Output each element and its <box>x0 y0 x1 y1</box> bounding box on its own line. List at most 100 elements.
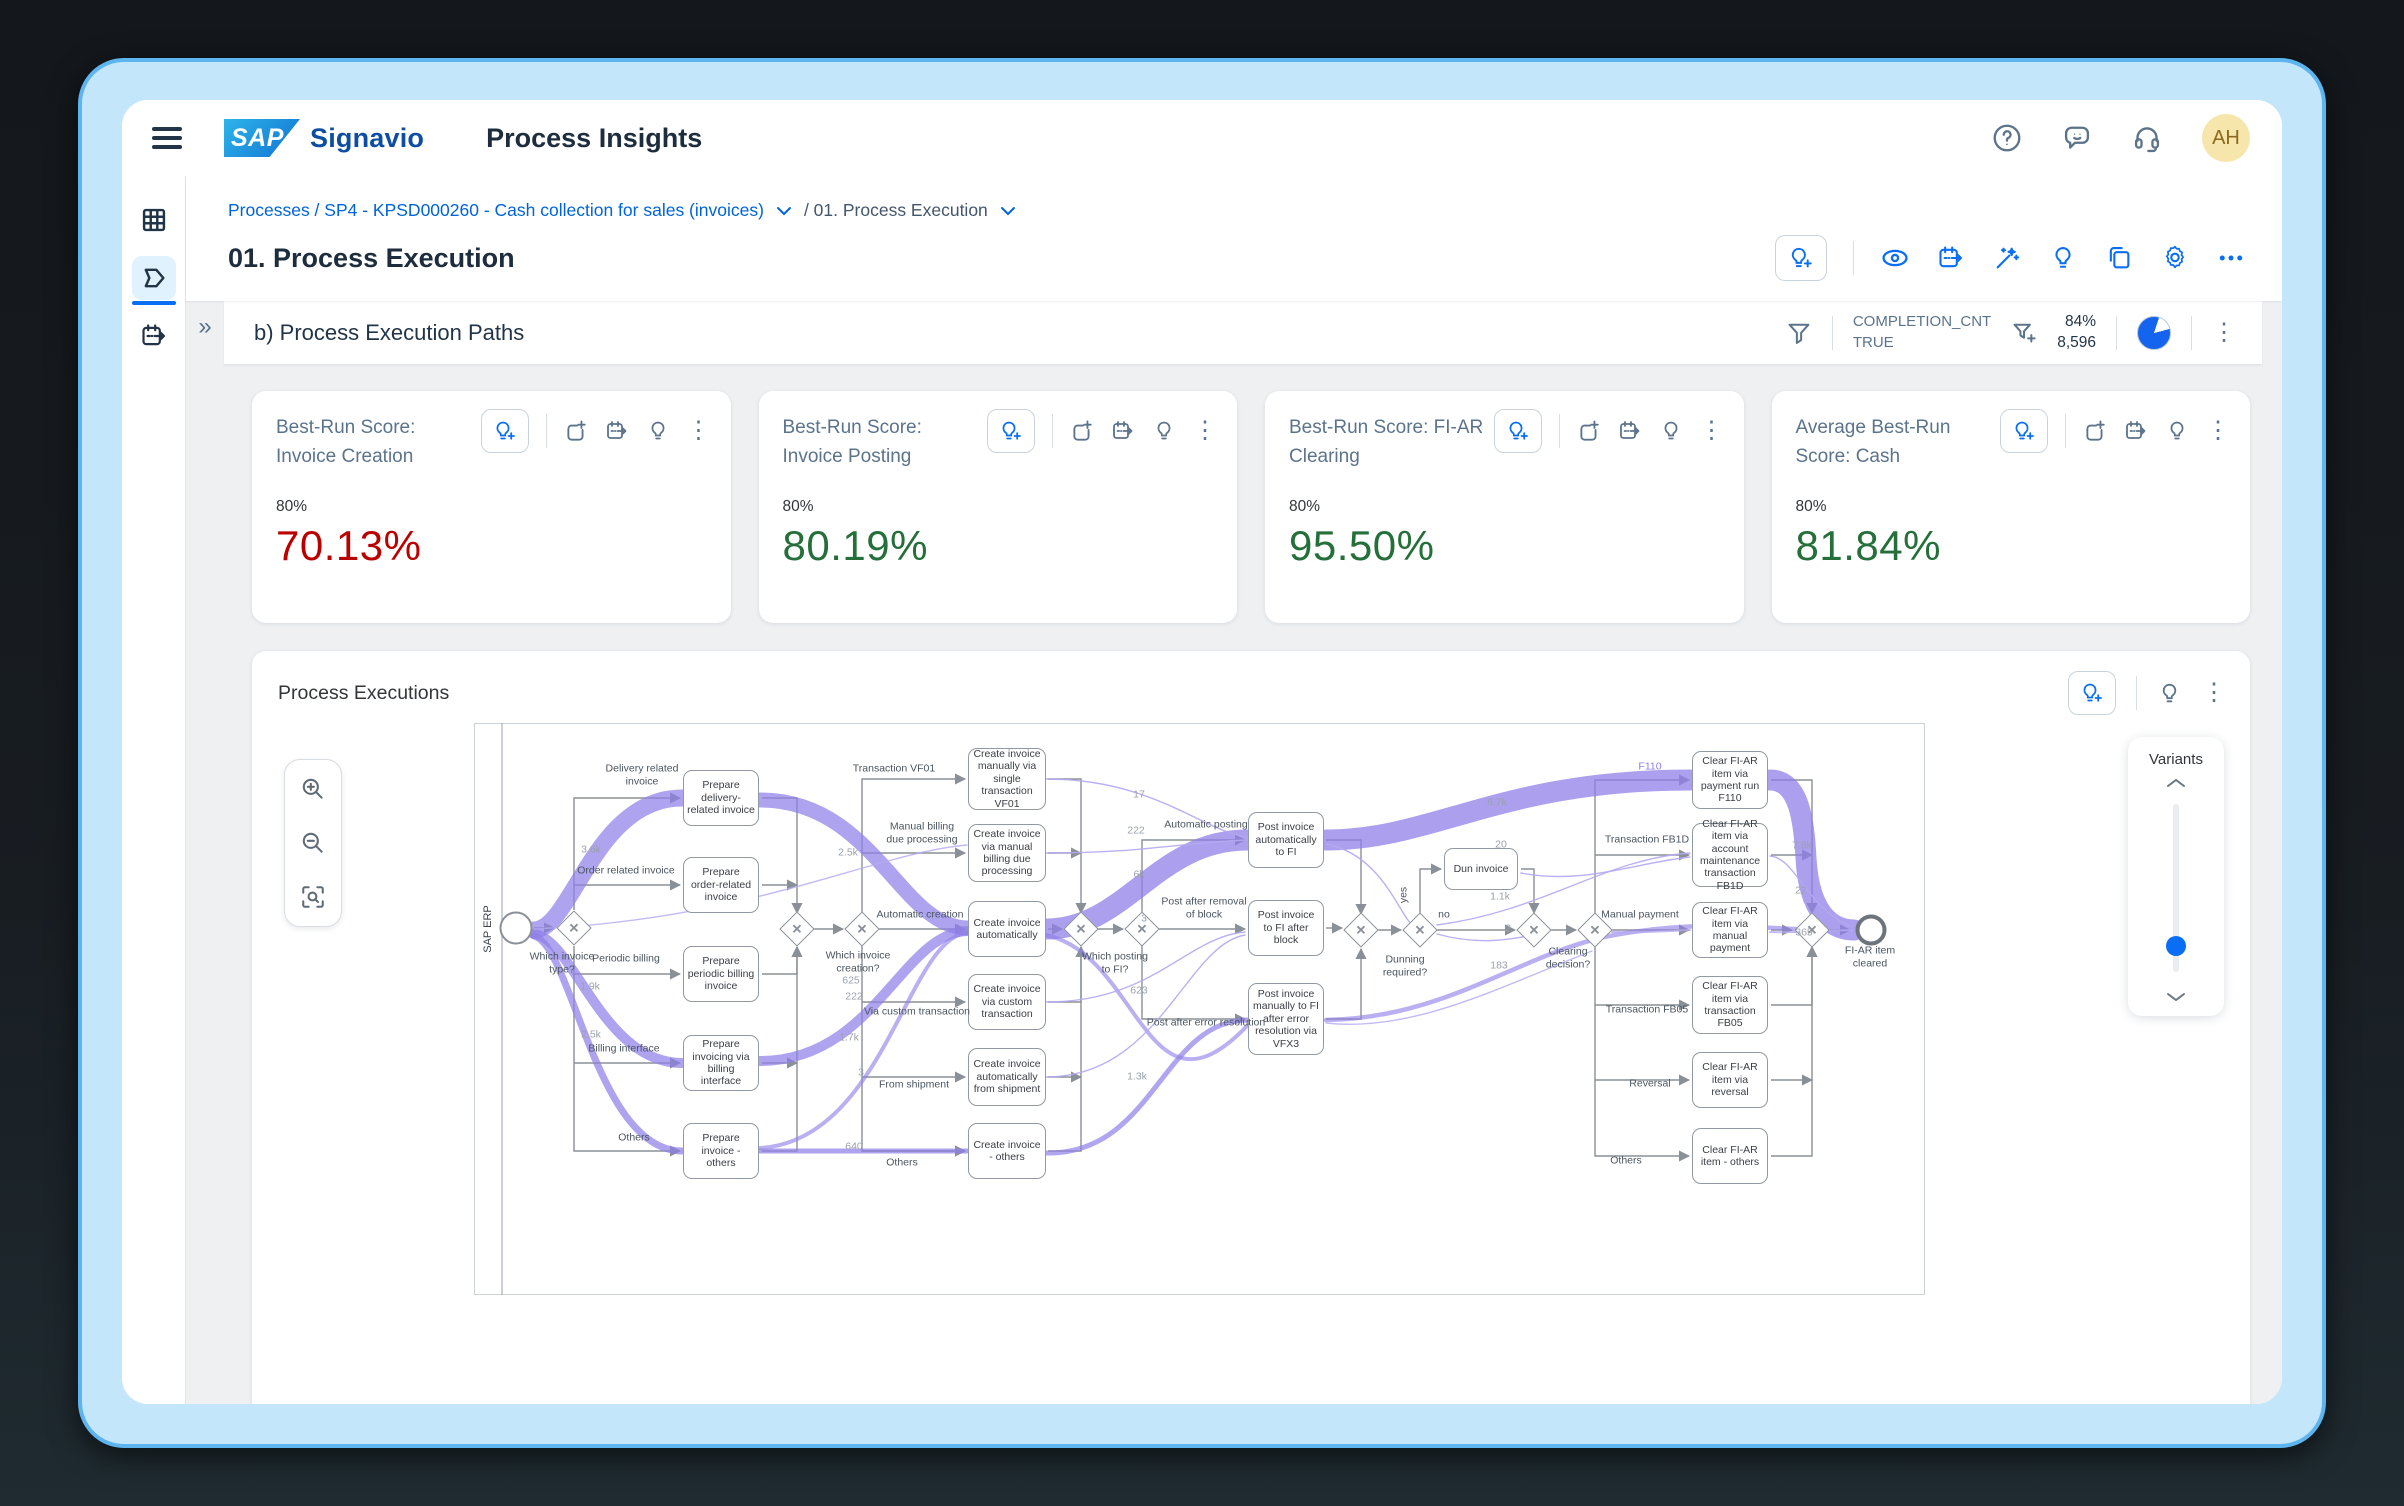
process-diagram[interactable]: SAP ERP Prepare delivery-related invoice P… <box>454 723 1934 1295</box>
task-node[interactable]: Create invoice manually via single trans… <box>968 748 1046 810</box>
lightbulb-icon[interactable] <box>2165 419 2189 443</box>
calendar-forward-icon[interactable] <box>1111 419 1135 443</box>
calendar-forward-icon[interactable] <box>1936 243 1966 273</box>
add-insight-button[interactable] <box>481 409 529 453</box>
task-node[interactable]: Post invoice to FI after block <box>1248 900 1324 956</box>
card-more-icon[interactable]: ⋮ <box>2206 419 2230 443</box>
help-icon[interactable] <box>1992 123 2022 153</box>
task-node[interactable]: Prepare delivery-related invoice <box>683 770 759 826</box>
card-more-icon[interactable]: ⋮ <box>1700 419 1724 443</box>
card-more-icon[interactable]: ⋮ <box>687 419 711 443</box>
kpi-card[interactable]: Average Best-Run Score: Cash ⋮ 80% 81.84… <box>1772 391 2251 623</box>
task-node[interactable]: Dun invoice <box>1444 848 1518 890</box>
task-node[interactable]: Clear FI-AR item via manual payment <box>1692 902 1768 958</box>
task-node[interactable]: Clear FI-AR item via account maintenance… <box>1692 823 1768 887</box>
edge-label: no <box>1438 909 1450 922</box>
add-insight-button[interactable] <box>987 409 1035 453</box>
pie-chart-icon[interactable] <box>2137 316 2171 350</box>
copy-icon[interactable] <box>2104 243 2134 273</box>
lightbulb-icon[interactable] <box>2048 243 2078 273</box>
calendar-forward-icon[interactable] <box>605 419 629 443</box>
zoom-fit-icon[interactable] <box>300 884 326 910</box>
section-more-icon[interactable]: ⋮ <box>2212 321 2236 345</box>
gateway-node[interactable]: ✕ <box>779 911 814 946</box>
feedback-icon[interactable] <box>2062 123 2092 153</box>
export-icon[interactable] <box>1577 419 1601 443</box>
zoom-in-icon[interactable] <box>300 776 326 802</box>
filter-icon[interactable] <box>1786 320 1812 346</box>
task-node[interactable]: Prepare order-related invoice <box>683 857 759 913</box>
executions-more-icon[interactable]: ⋮ <box>2202 681 2226 705</box>
chevron-down-icon[interactable] <box>2166 990 2186 1004</box>
add-insight-button[interactable] <box>2068 671 2116 715</box>
gateway-node[interactable]: ✕ <box>1402 912 1437 947</box>
task-node[interactable]: Prepare invoice - others <box>683 1123 759 1179</box>
edge-label: Via custom transaction <box>864 1006 970 1019</box>
kpi-card[interactable]: Best-Run Score: FI-AR Clearing ⋮ 80% 95.… <box>1265 391 1744 623</box>
task-node[interactable]: Clear FI-AR item - others <box>1692 1128 1768 1184</box>
menu-icon[interactable] <box>152 127 182 149</box>
gateway-node[interactable]: ✕ <box>1343 912 1378 947</box>
variants-slider[interactable] <box>2173 804 2179 972</box>
avatar[interactable]: AH <box>2202 114 2250 162</box>
chevron-down-icon[interactable] <box>1000 206 1016 216</box>
edge-label: 6k <box>1133 869 1144 882</box>
card-more-icon[interactable]: ⋮ <box>1193 419 1217 443</box>
task-node[interactable]: Post invoice automatically to FI <box>1248 812 1324 868</box>
lightbulb-icon[interactable] <box>646 419 670 443</box>
breadcrumb-link[interactable]: Processes / SP4 - KPSD000260 - Cash coll… <box>228 200 764 221</box>
kpi-card[interactable]: Best-Run Score: Invoice Posting ⋮ 80% 80… <box>759 391 1238 623</box>
export-icon[interactable] <box>564 419 588 443</box>
gateway-node[interactable]: ✕ <box>844 911 879 946</box>
add-insight-button[interactable] <box>1494 409 1542 453</box>
zoom-out-icon[interactable] <box>300 830 326 856</box>
view-icon[interactable] <box>1880 243 1910 273</box>
process-tab-icon[interactable] <box>132 256 176 300</box>
filter-add-icon[interactable] <box>2011 320 2037 346</box>
chevron-up-icon[interactable] <box>2166 776 2186 790</box>
task-node[interactable]: Create invoice automatically from shipme… <box>968 1048 1046 1106</box>
export-icon[interactable] <box>1070 419 1094 443</box>
task-node[interactable]: Create invoice - others <box>968 1123 1046 1179</box>
add-insight-button[interactable] <box>2000 409 2048 453</box>
calendar-forward-icon[interactable] <box>2124 419 2148 443</box>
schedule-icon[interactable] <box>132 314 176 358</box>
lightbulb-icon[interactable] <box>2157 681 2182 706</box>
export-icon[interactable] <box>2083 419 2107 443</box>
task-node[interactable]: Prepare periodic billing invoice <box>683 946 759 1002</box>
task-node[interactable]: Clear FI-AR item via reversal <box>1692 1052 1768 1108</box>
task-node[interactable]: Prepare invoicing via billing interface <box>683 1035 759 1091</box>
edge-label: 222 <box>1127 825 1145 838</box>
task-node[interactable]: Create invoice via custom transaction <box>968 974 1046 1030</box>
gateway-node[interactable]: ✕ <box>1063 911 1098 946</box>
task-node[interactable]: Clear FI-AR item via transaction FB05 <box>1692 976 1768 1034</box>
task-node[interactable]: Clear FI-AR item via payment run F110 <box>1692 751 1768 809</box>
end-event[interactable] <box>1856 915 1887 946</box>
grid-view-icon[interactable] <box>132 198 176 242</box>
add-insight-button[interactable] <box>1775 235 1827 281</box>
completion-stats: 84% 8,596 <box>2057 312 2096 354</box>
kpi-card-title: Best-Run Score: FI-AR Clearing <box>1289 413 1487 472</box>
chevron-down-icon[interactable] <box>776 206 792 216</box>
more-actions-icon[interactable] <box>2216 243 2246 273</box>
expand-panel-button[interactable]: » <box>198 315 211 1404</box>
task-node[interactable]: Create invoice automatically <box>968 901 1046 957</box>
kpi-value: 81.84% <box>1796 522 2227 570</box>
headset-icon[interactable] <box>2132 123 2162 153</box>
breadcrumb-current: / 01. Process Execution <box>804 200 988 221</box>
task-node[interactable]: Create invoice via manual billing due pr… <box>968 824 1046 882</box>
start-event[interactable] <box>500 912 533 945</box>
calendar-forward-icon[interactable] <box>1618 419 1642 443</box>
topbar: SAP Signavio Process Insights AH <box>122 100 2282 176</box>
settings-gear-icon[interactable] <box>2160 243 2190 273</box>
kpi-card[interactable]: Best-Run Score: Invoice Creation ⋮ 80% 7… <box>252 391 731 623</box>
gateway-node[interactable]: ✕ <box>1516 912 1551 947</box>
lightbulb-icon[interactable] <box>1152 419 1176 443</box>
gateway-node[interactable]: ✕ <box>556 910 591 945</box>
lightbulb-icon[interactable] <box>1659 419 1683 443</box>
magic-wand-icon[interactable] <box>1992 243 2022 273</box>
edge-label: 183 <box>1490 960 1508 973</box>
app-title: Process Insights <box>486 123 702 154</box>
variants-slider-handle[interactable] <box>2166 936 2186 956</box>
lane-label: SAP ERP <box>482 905 494 953</box>
